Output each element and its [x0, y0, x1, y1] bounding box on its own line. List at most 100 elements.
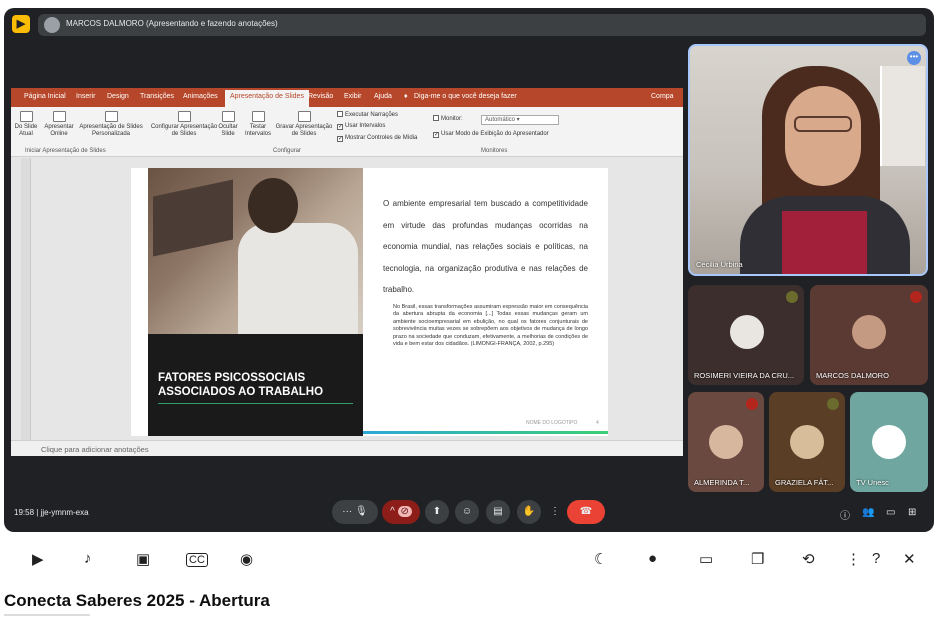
- monitor-text: Monitor:: [441, 116, 463, 122]
- meeting-code: jje-ymnm-exa: [40, 508, 89, 517]
- cc-icon[interactable]: CC: [186, 553, 208, 567]
- tab-view[interactable]: Exibir: [344, 93, 362, 100]
- monitor-label: Monitor:: [433, 115, 463, 122]
- ppt-ribbon-tabs: Página Inicial Inserir Design Transições…: [11, 88, 683, 107]
- participant-tile-almerinda[interactable]: ALMERINDA T...: [688, 392, 764, 492]
- camera-icon[interactable]: ◉: [240, 550, 253, 568]
- participant-name: GRAZIELA FÁT...: [775, 478, 834, 487]
- setup-show-label: Configurar Apresentação de Slides: [150, 124, 218, 137]
- notes-placeholder: Clique para adicionar anotações: [41, 445, 149, 454]
- timer-icon: [251, 111, 265, 122]
- more-audio-icon: ···: [342, 506, 356, 517]
- monitor-select[interactable]: Automático ▾: [481, 115, 559, 125]
- speaker-face: [785, 86, 861, 186]
- hide-slide-icon: [221, 111, 235, 122]
- speaker-name: Cecilia Urbina: [696, 260, 743, 269]
- participant-tile-rosimeri[interactable]: ROSIMERI VIEIRA DA CRU...: [688, 285, 804, 385]
- presenting-banner-text: MARCOS DALMORO (Apresentando e fazendo a…: [66, 19, 278, 28]
- video-title: Conecta Saberes 2025 - Abertura: [4, 591, 270, 610]
- slide-title-underline: [158, 403, 353, 404]
- captions-button[interactable]: ▤: [486, 500, 510, 524]
- participant-tile-tv-unesc[interactable]: TV Unesc: [850, 392, 928, 492]
- hand-icon: ✋: [522, 506, 536, 517]
- bookshelf: [880, 66, 925, 166]
- mic-toggle-button[interactable]: ··· 🎙: [332, 500, 378, 524]
- people-icon[interactable]: 👥: [862, 507, 874, 518]
- setup-icon: [177, 111, 191, 122]
- activities-icon[interactable]: ⊞: [908, 507, 916, 518]
- queue-icon[interactable]: ❐: [751, 550, 764, 568]
- emoji-icon: ☺: [461, 506, 473, 517]
- participant-tile-marcos[interactable]: MARCOS DALMORO: [810, 285, 928, 385]
- show-media-checkbox[interactable]: ✓ Mostrar Controles de Mídia: [337, 135, 417, 142]
- music-note-icon[interactable]: ♪: [84, 550, 92, 567]
- record-icon: [297, 111, 311, 122]
- more-vert-icon[interactable]: ⋮: [846, 550, 861, 568]
- camera-toggle-button[interactable]: ^ ⊘: [382, 500, 420, 524]
- microphone-icon: 🎙: [355, 506, 368, 517]
- mic-icon: [786, 291, 798, 303]
- clock-time: 19:58: [14, 508, 35, 517]
- presenter-view-checkbox[interactable]: ✓ Usar Modo de Exibição do Apresentador: [433, 131, 549, 138]
- speaker-glasses: [794, 116, 852, 132]
- slide-quote-text: No Brasil, essas transformações assumira…: [393, 304, 588, 348]
- present-online-button[interactable]: Apresentar Online: [43, 111, 75, 138]
- active-speaker-tile[interactable]: ••• Cecilia Urbina: [688, 44, 928, 276]
- tab-design[interactable]: Design: [107, 93, 129, 100]
- participant-tile-graziela[interactable]: GRAZIELA FÁT...: [769, 392, 845, 492]
- tab-home[interactable]: Página Inicial: [24, 93, 66, 100]
- video-player[interactable]: ▶ MARCOS DALMORO (Apresentando e fazendo…: [4, 8, 934, 532]
- camera-video-icon[interactable]: ▶: [32, 550, 44, 568]
- emoji-button[interactable]: ☺: [455, 500, 479, 524]
- hide-slide-label: Ocultar Slide: [218, 124, 238, 137]
- more-options-icon[interactable]: •••: [907, 51, 921, 65]
- close-icon[interactable]: ✕: [903, 550, 916, 568]
- presenter-view-label: Usar Modo de Exibição do Apresentador: [441, 131, 549, 137]
- record-button[interactable]: Gravar Apresentação de Slides: [274, 111, 334, 138]
- current-slide[interactable]: FATORES PSICOSSOCIAIS ASSOCIADOS AO TRAB…: [131, 168, 608, 436]
- miniplayer-icon[interactable]: ▭: [699, 550, 713, 568]
- custom-show-label: Apresentação de Slides Personalizada: [79, 124, 143, 137]
- tab-help[interactable]: Ajuda: [374, 93, 392, 100]
- tell-me-search[interactable]: Diga-me o que você deseja fazer: [414, 93, 517, 100]
- show-media-label: Mostrar Controles de Mídia: [345, 135, 418, 141]
- chat-icon[interactable]: ▭: [886, 507, 895, 518]
- setup-show-button[interactable]: Configurar Apresentação de Slides: [149, 111, 219, 138]
- info-icon[interactable]: ⓘ: [840, 507, 850, 522]
- tab-insert[interactable]: Inserir: [76, 93, 95, 100]
- participant-name: TV Unesc: [856, 478, 889, 487]
- tab-review[interactable]: Revisão: [308, 93, 333, 100]
- help-icon[interactable]: ?: [872, 550, 880, 567]
- youtube-controls: ▶ ♪ ▣ CC ◉ ☾ ● ▭ ❐ ⟲ ⋮ ? ✕: [0, 540, 944, 580]
- group-start-label: Iniciar Apresentação de Slides: [25, 148, 106, 154]
- thumbnail-pane[interactable]: [21, 158, 31, 440]
- tab-animations[interactable]: Animações: [183, 93, 218, 100]
- use-timings-checkbox[interactable]: ✓ Usar Intervalos: [337, 123, 385, 130]
- share-button[interactable]: Compa: [651, 93, 674, 100]
- tab-transitions[interactable]: Transições: [140, 93, 174, 100]
- hang-up-button[interactable]: ☎: [567, 500, 605, 524]
- more-options-button[interactable]: ⋮: [548, 500, 562, 524]
- present-screen-button[interactable]: ⬆: [425, 500, 449, 524]
- image-icon[interactable]: ▣: [136, 550, 150, 568]
- tab-slideshow[interactable]: Apresentação de Slides: [225, 90, 309, 107]
- play-narrations-checkbox[interactable]: Executar Narrações: [337, 111, 398, 118]
- record-label: Gravar Apresentação de Slides: [275, 124, 333, 137]
- hide-slide-button[interactable]: Ocultar Slide: [215, 111, 241, 138]
- rehearse-button[interactable]: Testar Intervalos: [243, 111, 273, 138]
- from-current-button[interactable]: Do Slide Atual: [13, 111, 39, 138]
- notes-pane[interactable]: Clique para adicionar anotações: [11, 440, 683, 456]
- rehearse-label: Testar Intervalos: [244, 124, 271, 137]
- speaker-top: [782, 211, 867, 274]
- participant-name: MARCOS DALMORO: [816, 371, 889, 380]
- raise-hand-button[interactable]: ✋: [517, 500, 541, 524]
- lightbulb-icon[interactable]: ●: [648, 550, 657, 567]
- participant-name: ALMERINDA T...: [694, 478, 750, 487]
- participant-avatar: [730, 315, 764, 349]
- checkbox-checked-icon: ✓: [337, 136, 344, 142]
- custom-show-button[interactable]: Apresentação de Slides Personalizada: [77, 111, 145, 138]
- present-online-label: Apresentar Online: [44, 124, 74, 137]
- moon-icon[interactable]: ☾: [594, 550, 607, 568]
- powerpoint-window: Página Inicial Inserir Design Transições…: [11, 88, 683, 456]
- loop-icon[interactable]: ⟲: [802, 550, 815, 568]
